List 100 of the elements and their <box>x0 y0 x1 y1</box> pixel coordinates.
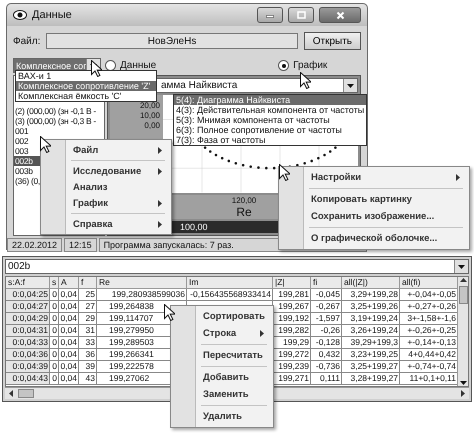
table-cell: 0,04 <box>59 337 79 349</box>
dropdown-option[interactable]: Комплексное сопротивление 'Z' <box>16 81 156 91</box>
table-cell: 0,04 <box>59 301 79 313</box>
table-cell: 33 <box>79 337 97 349</box>
dropdown-option[interactable]: 7(3): Фаза от частоты <box>174 135 366 145</box>
table-cell: 0 <box>50 373 59 385</box>
table-cell: 39 <box>79 361 97 373</box>
menu-item[interactable]: Настройки <box>311 172 454 183</box>
table-cell: 3,28+199,27 <box>342 373 400 385</box>
dropdown-option[interactable]: 6(3): Полное сопротивление от частоты <box>174 125 366 135</box>
table-cell: +-0,04+-0,05 <box>400 289 458 301</box>
menu-item[interactable]: График <box>73 198 156 208</box>
vertical-scrollbar[interactable] <box>457 277 468 386</box>
dropdown-option[interactable]: ВАХ-и 1 <box>16 71 156 81</box>
axis-label: Re <box>236 204 252 218</box>
menu-item[interactable]: Сохранить изображение... <box>311 211 461 222</box>
table-cell: 199,239 <box>273 361 311 373</box>
list-item[interactable]: (2) (000,00) (зн -0,1 В - <box>14 106 104 116</box>
column-header[interactable]: |Z| <box>273 277 311 289</box>
table-cell: +-0,74+-0,74 <box>400 361 458 373</box>
table-cell: -0,26 <box>311 325 342 337</box>
table-cell: 25 <box>79 289 97 301</box>
scroll-right-icon <box>459 390 466 397</box>
menu-item[interactable]: Сортировать <box>203 311 265 322</box>
cursor-icon <box>300 72 311 89</box>
table-cell: 0,04 <box>59 289 79 301</box>
dropdown-arrow-icon <box>347 82 354 89</box>
menu-item[interactable]: Анализ <box>73 182 163 192</box>
close-button[interactable] <box>319 7 361 23</box>
dropdown-option[interactable]: 5(4): Диаграмма Найквиста <box>174 95 366 105</box>
column-header[interactable]: f <box>79 277 97 289</box>
column-header[interactable]: all(|Z|) <box>342 277 400 289</box>
dropdown-option[interactable]: Комплексная ёмкость 'C' <box>16 91 156 101</box>
file-label: Файл: <box>13 36 40 46</box>
table-cell: 29 <box>79 313 97 325</box>
status-text: 12:15 <box>64 238 97 252</box>
table-cell: -0,045 <box>311 289 342 301</box>
scroll-left-icon <box>8 390 15 397</box>
table-cell: -0,128 <box>311 337 342 349</box>
maximize-icon <box>296 11 306 19</box>
axis-tick-label: 20,00 <box>140 101 160 111</box>
menu-item[interactable]: Удалить <box>203 411 265 422</box>
scale-value: 100,00 <box>180 222 208 232</box>
table-cell: 3+-1,58+-1,6 <box>400 313 458 325</box>
minimize-button[interactable] <box>257 7 283 23</box>
column-header[interactable]: A <box>59 277 79 289</box>
table-cell: 0 <box>50 325 59 337</box>
table-cell: 0,432 <box>311 349 342 361</box>
table-cell: 0,111 <box>311 373 342 385</box>
table-cell: 11+0,1+0,11 <box>400 373 458 385</box>
menu-item[interactable]: Справка <box>73 218 156 230</box>
menu-item[interactable]: Файл <box>73 144 156 156</box>
menu-item[interactable]: Копировать картинку <box>311 194 461 205</box>
column-header[interactable]: s <box>50 277 59 289</box>
table-cell: 0,04 <box>59 313 79 325</box>
open-button[interactable]: Открыть <box>304 32 361 50</box>
table-cell: 3,19+199,24 <box>342 313 400 325</box>
record-combobox[interactable]: 002b <box>5 259 469 274</box>
table-cell: 0:0,04:39 <box>6 361 50 373</box>
table-cell: 0 <box>50 301 59 313</box>
table-cell: 0:0,04:31 <box>6 325 50 337</box>
column-header[interactable]: fi <box>311 277 342 289</box>
menu-item[interactable]: Исследование <box>73 166 156 176</box>
table-cell: 43 <box>79 373 97 385</box>
table-cell: 0,04 <box>59 349 79 361</box>
table-cell: 3,26+199,24 <box>342 325 400 337</box>
table-cell: 199,272 <box>273 349 311 361</box>
file-field[interactable]: НовЭлеНs <box>46 33 298 49</box>
dropdown-option[interactable]: 5(3): Мнимая компонента от частоты <box>174 115 366 125</box>
table-cell: 0 <box>50 361 59 373</box>
menu-item[interactable]: Пересчитать <box>203 350 265 361</box>
window-title: Данные <box>32 9 73 21</box>
column-header[interactable]: Re <box>97 277 187 289</box>
table-cell: +-0,26+-0,25 <box>400 325 458 337</box>
axis-tick-label: 10,00 <box>140 111 160 121</box>
maximize-button[interactable] <box>288 7 314 23</box>
table-cell: 31 <box>79 325 97 337</box>
eye-icon <box>13 9 27 21</box>
table-cell: 199,280938599036 <box>97 289 187 301</box>
scrollbar-thumb[interactable] <box>18 389 34 398</box>
list-item[interactable]: 001 <box>14 126 104 136</box>
table-cell: 3,25+199,27 <box>342 361 400 373</box>
menu-item[interactable]: Строка <box>203 328 258 339</box>
menu-item[interactable]: Добавить <box>203 372 265 383</box>
scrollbar-thumb[interactable] <box>458 286 468 304</box>
column-header[interactable]: s:A:f <box>6 277 50 289</box>
menu-item[interactable]: Заменить <box>203 389 265 400</box>
table-cell: +-0,14+-0,13 <box>400 337 458 349</box>
table-cell: 0 <box>50 337 59 349</box>
table-cell: -0,736 <box>311 361 342 373</box>
column-header[interactable]: all(fi) <box>400 277 458 289</box>
table-cell: 36 <box>79 349 97 361</box>
radio-button[interactable]: График <box>278 60 328 71</box>
list-item[interactable]: (3) (000,00) (зн -0,3 В - <box>14 116 104 126</box>
table-cell: 199,29 <box>273 337 311 349</box>
column-header[interactable]: Im <box>187 277 273 289</box>
table-cell: -0,267 <box>311 301 342 313</box>
table-cell: 27 <box>79 301 97 313</box>
table-cell: 4+0,44+0,42 <box>400 349 458 361</box>
dropdown-option[interactable]: 4(3): Действительная компонента от частоты <box>174 105 366 115</box>
